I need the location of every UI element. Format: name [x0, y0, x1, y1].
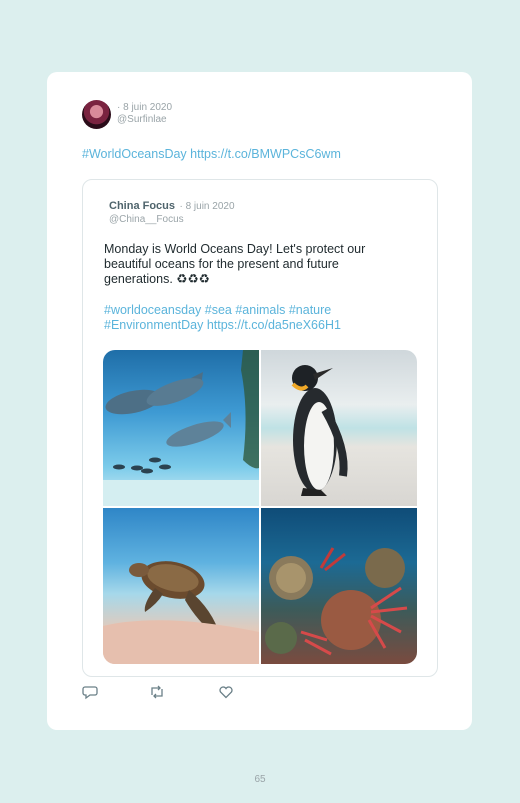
author-meta: · 8 juin 2020 @Surfinlae — [117, 102, 172, 126]
quoted-tweet[interactable]: China Focus · 8 juin 2020 @China__Focus … — [82, 179, 438, 677]
quoted-author: China Focus · 8 juin 2020 @China__Focus — [109, 198, 235, 226]
reply-icon[interactable] — [82, 684, 98, 705]
retweet-icon[interactable] — [149, 684, 165, 705]
avatar[interactable] — [82, 100, 111, 129]
penguin-image[interactable] — [261, 350, 417, 506]
quoted-body: Monday is World Oceans Day! Let's protec… — [104, 242, 366, 286]
whales-image[interactable] — [103, 350, 259, 506]
tweet-handle[interactable]: @Surfinlae — [117, 114, 172, 126]
like-icon[interactable] — [218, 684, 234, 705]
image-grid — [103, 350, 417, 664]
quoted-date: · 8 juin 2020 — [179, 201, 235, 212]
quoted-hashtags-line1[interactable]: #worldoceansday #sea #animals #nature — [104, 303, 404, 318]
tweet-date: · 8 juin 2020 — [117, 102, 173, 113]
coral-reef-image[interactable] — [261, 508, 417, 664]
quoted-handle[interactable]: @China__Focus — [109, 213, 235, 226]
tweet-text[interactable]: #WorldOceansDay https://t.co/BMWPCsC6wm — [82, 147, 341, 161]
sea-turtle-image[interactable] — [103, 508, 259, 664]
tweet-card: · 8 juin 2020 @Surfinlae #WorldOceansDay… — [47, 72, 472, 730]
quoted-name[interactable]: China Focus — [109, 200, 175, 212]
quoted-links: #worldoceansday #sea #animals #nature #E… — [104, 303, 404, 333]
page-number: 65 — [254, 774, 266, 785]
quoted-hashtags-line2[interactable]: #EnvironmentDay https://t.co/da5neX66H1 — [104, 318, 404, 333]
